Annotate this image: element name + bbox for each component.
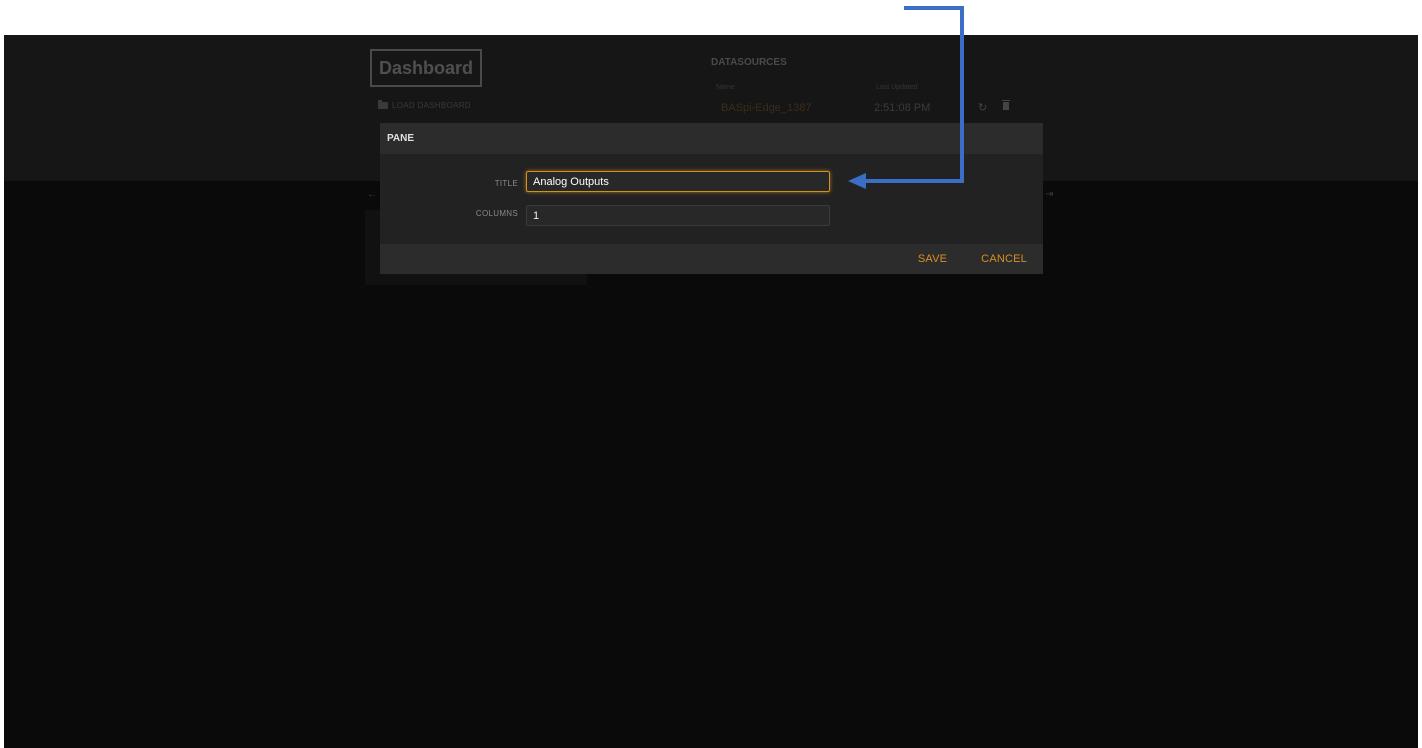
annotation-arrow-icon — [848, 6, 964, 189]
